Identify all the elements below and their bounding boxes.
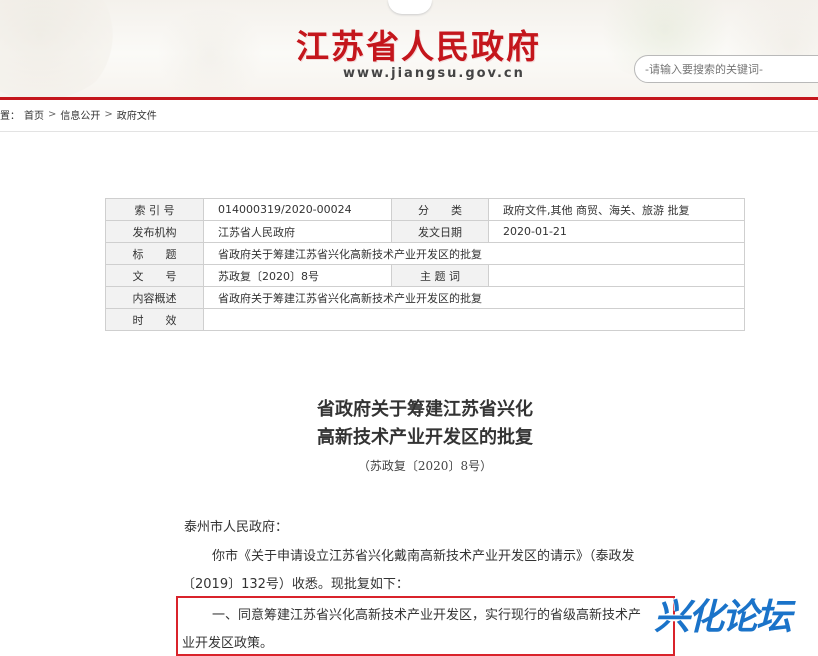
document-number: （苏政复〔2020〕8号） [357, 459, 493, 473]
breadcrumb-separator: > [104, 108, 113, 120]
highlight-annotation-box [176, 596, 675, 656]
breadcrumb: 置： 首页 > 信息公开 > 政府文件 [0, 106, 157, 122]
table-row: 文 号 苏政复〔2020〕8号 主 题 词 [105, 264, 745, 287]
decorative-flower-mid [150, 10, 270, 97]
publisher-value: 江苏省人民政府 [203, 220, 392, 243]
table-row: 索 引 号 014000319/2020-00024 分 类 政府文件,其他 商… [105, 198, 745, 221]
header-divider [0, 97, 818, 100]
site-title[interactable]: 江苏省人民政府 [296, 20, 556, 68]
site-header: 江苏省人民政府 www.jiangsu.gov.cn [0, 0, 818, 97]
keyword-value [488, 264, 745, 287]
title-value: 省政府关于筹建江苏省兴化高新技术产业开发区的批复 [203, 242, 745, 265]
document-title: 省政府关于筹建江苏省兴化 高新技术产业开发区的批复 [0, 396, 818, 452]
index-label: 索 引 号 [105, 198, 204, 221]
header-top-tab [388, 0, 432, 14]
breadcrumb-prefix: 置： [0, 110, 20, 122]
site-url: www.jiangsu.gov.cn [343, 66, 525, 81]
table-row: 发布机构 江苏省人民政府 发文日期 2020-01-21 [105, 220, 745, 243]
breadcrumb-separator: > [48, 108, 57, 120]
document-info-table: 索 引 号 014000319/2020-00024 分 类 政府文件,其他 商… [105, 198, 745, 331]
table-row: 时 效 [105, 308, 745, 331]
search-input[interactable] [634, 55, 818, 83]
summary-value: 省政府关于筹建江苏省兴化高新技术产业开发区的批复 [203, 286, 745, 309]
summary-label: 内容概述 [105, 286, 204, 309]
breadcrumb-divider [0, 131, 818, 132]
keyword-label: 主 题 词 [391, 264, 489, 287]
breadcrumb-home[interactable]: 首页 [24, 107, 44, 122]
docno-value: 苏政复〔2020〕8号 [203, 264, 392, 287]
document-title-line1: 省政府关于筹建江苏省兴化 [317, 399, 533, 420]
title-label: 标 题 [105, 242, 204, 265]
publisher-label: 发布机构 [105, 220, 204, 243]
index-value: 014000319/2020-00024 [203, 198, 392, 221]
docno-label: 文 号 [105, 264, 204, 287]
paragraph-1-line-1: 你市《关于申请设立江苏省兴化戴南高新技术产业开发区的请示》（泰政发 [212, 549, 635, 564]
validity-value [203, 308, 745, 331]
category-value: 政府文件,其他 商贸、海关、旅游 批复 [488, 198, 745, 221]
paragraph-1-line-2: 〔2019〕132号）收悉。现批复如下： [182, 577, 409, 592]
date-label: 发文日期 [391, 220, 489, 243]
watermark-logo: 兴化论坛 [654, 597, 792, 638]
decorative-flower-left [0, 0, 120, 97]
table-row: 标 题 省政府关于筹建江苏省兴化高新技术产业开发区的批复 [105, 242, 745, 265]
document-title-line2: 高新技术产业开发区的批复 [317, 427, 533, 448]
validity-label: 时 效 [105, 308, 204, 331]
table-row: 内容概述 省政府关于筹建江苏省兴化高新技术产业开发区的批复 [105, 286, 745, 309]
date-value: 2020-01-21 [488, 220, 745, 243]
salutation: 泰州市人民政府： [184, 520, 289, 535]
breadcrumb-info-disclosure[interactable]: 信息公开 [60, 107, 100, 122]
breadcrumb-gov-documents[interactable]: 政府文件 [117, 107, 157, 122]
category-label: 分 类 [391, 198, 489, 221]
